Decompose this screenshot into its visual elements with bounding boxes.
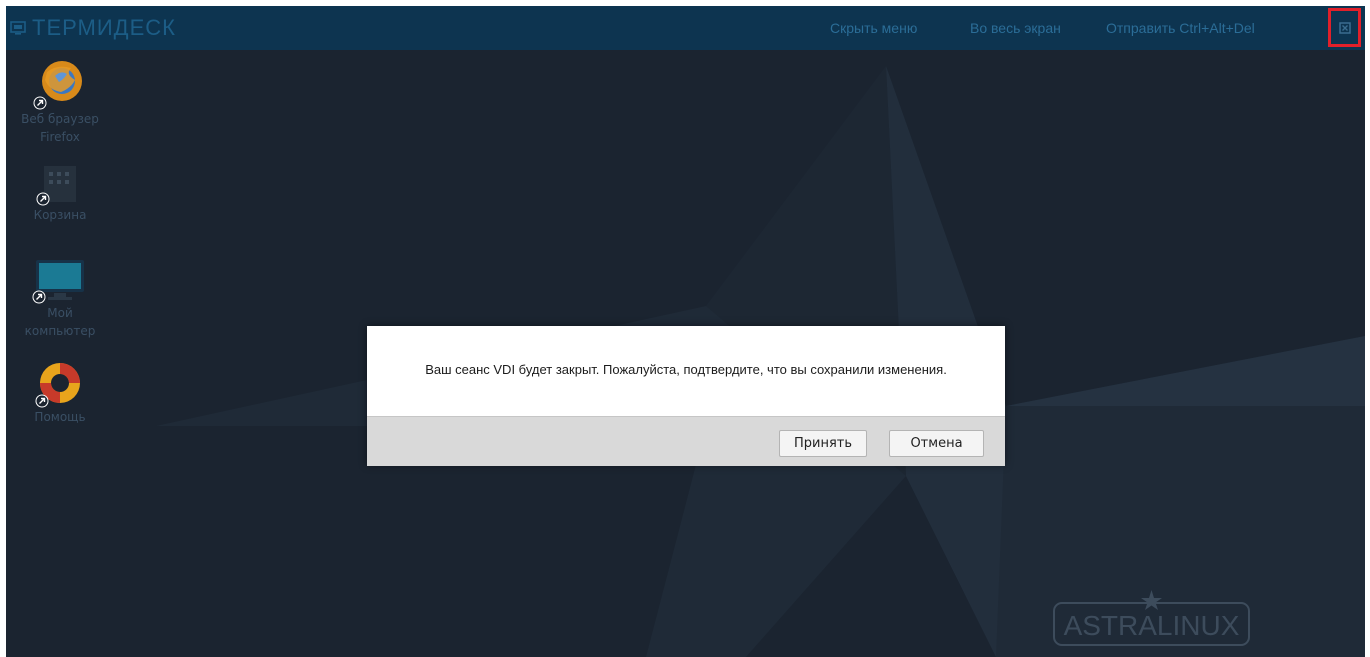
cancel-button[interactable]: Отмена <box>889 430 984 457</box>
remote-desktop-screen: ТЕРМИДЕСК Скрыть меню Во весь экран Отпр… <box>6 6 1365 657</box>
monitor-icon <box>10 21 26 35</box>
label-line-2: Firefox <box>40 130 80 144</box>
desktop-icon-help[interactable]: Помощь <box>15 360 105 426</box>
label-line-1: Корзина <box>33 208 87 222</box>
label-line-1: Мой <box>47 306 73 320</box>
termidesk-logo: ТЕРМИДЕСК <box>10 15 176 41</box>
shortcut-arrow-icon <box>35 394 49 408</box>
close-icon <box>1338 21 1351 34</box>
send-ctrl-alt-del-button[interactable]: Отправить Ctrl+Alt+Del <box>1106 20 1255 36</box>
dialog-footer: Принять Отмена <box>367 416 1005 466</box>
label-line-2: компьютер <box>24 324 96 338</box>
termidesk-toolbar: ТЕРМИДЕСК Скрыть меню Во весь экран Отпр… <box>6 6 1365 50</box>
desktop-icon-my-computer[interactable]: Мой компьютер <box>15 258 105 340</box>
shortcut-arrow-icon <box>33 96 47 110</box>
fullscreen-button[interactable]: Во весь экран <box>970 20 1061 36</box>
desktop-icon-label: Помощь <box>15 408 105 426</box>
close-session-button[interactable] <box>1328 8 1361 47</box>
label-line-1: Веб браузер <box>21 112 99 126</box>
desktop-icon-label: Веб браузер Firefox <box>15 110 105 146</box>
label-line-1: Помощь <box>34 410 86 424</box>
close-session-dialog: Ваш сеанс VDI будет закрыт. Пожалуйста, … <box>367 326 1005 466</box>
desktop-icon-firefox[interactable]: Веб браузер Firefox <box>15 58 105 146</box>
desktop-icon-label: Корзина <box>15 206 105 224</box>
accept-button[interactable]: Принять <box>779 430 867 457</box>
logo-text: ТЕРМИДЕСК <box>32 15 176 40</box>
shortcut-arrow-icon <box>36 192 50 206</box>
shortcut-arrow-icon <box>32 290 46 304</box>
dialog-message: Ваш сеанс VDI будет закрыт. Пожалуйста, … <box>425 362 947 377</box>
desktop-icon-label: Мой компьютер <box>15 304 105 340</box>
hide-menu-button[interactable]: Скрыть меню <box>830 20 917 36</box>
astralinux-text: ASTRALINUX <box>1064 610 1240 641</box>
astralinux-logo: ASTRALINUX <box>1053 590 1250 646</box>
desktop-icon-trash[interactable]: Корзина <box>15 164 105 224</box>
